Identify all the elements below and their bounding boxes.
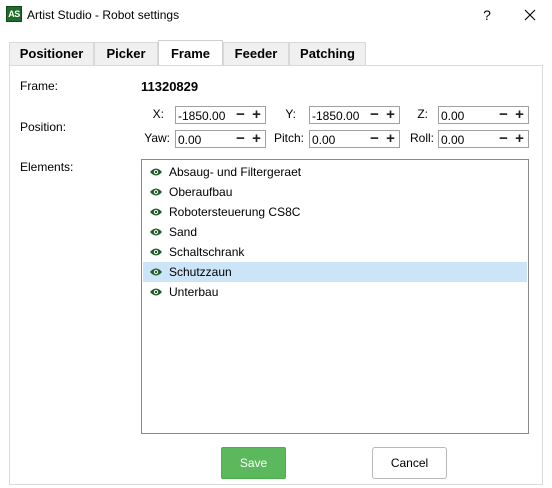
eye-icon[interactable] bbox=[149, 246, 163, 258]
cancel-button[interactable]: Cancel bbox=[372, 447, 447, 479]
roll-value: 0.00 bbox=[441, 133, 465, 147]
z-decrement-button[interactable]: − bbox=[496, 107, 511, 123]
list-item-label: Unterbau bbox=[169, 285, 219, 299]
roll-label: Roll: bbox=[409, 131, 434, 145]
elements-list[interactable]: Absaug- und Filtergeraet Oberaufbau Robo… bbox=[141, 159, 529, 434]
eye-icon[interactable] bbox=[149, 286, 163, 298]
yaw-spinbox[interactable]: 0.00 − + bbox=[175, 130, 266, 148]
tab-frame[interactable]: Frame bbox=[158, 40, 223, 65]
tab-picker[interactable]: Picker bbox=[94, 42, 158, 65]
list-item-label: Oberaufbau bbox=[169, 185, 233, 199]
tab-feeder[interactable]: Feeder bbox=[223, 42, 289, 65]
yaw-increment-button[interactable]: + bbox=[249, 131, 264, 147]
app-logo-icon: AS bbox=[6, 6, 22, 22]
tab-positioner[interactable]: Positioner bbox=[9, 42, 94, 65]
roll-spinbox[interactable]: 0.00 − + bbox=[438, 130, 529, 148]
roll-increment-button[interactable]: + bbox=[512, 131, 527, 147]
list-item-selected[interactable]: Schutzzaun bbox=[143, 262, 527, 282]
z-spinbox[interactable]: 0.00 − + bbox=[438, 106, 529, 124]
x-increment-button[interactable]: + bbox=[249, 107, 264, 123]
list-item[interactable]: Schaltschrank bbox=[143, 242, 527, 262]
help-button[interactable]: ? bbox=[476, 4, 498, 26]
elements-label: Elements: bbox=[20, 160, 74, 174]
title-bar: AS Artist Studio - Robot settings ? bbox=[0, 0, 552, 30]
list-item-label: Absaug- und Filtergeraet bbox=[169, 165, 302, 179]
position-label: Position: bbox=[20, 120, 67, 134]
frame-value: 11320829 bbox=[141, 79, 199, 94]
list-item[interactable]: Absaug- und Filtergeraet bbox=[143, 162, 527, 182]
yaw-value: 0.00 bbox=[178, 133, 202, 147]
yaw-label: Yaw: bbox=[144, 131, 170, 145]
z-increment-button[interactable]: + bbox=[512, 107, 527, 123]
frame-label: Frame: bbox=[20, 79, 59, 93]
pitch-increment-button[interactable]: + bbox=[383, 131, 398, 147]
window-title: Artist Studio - Robot settings bbox=[27, 8, 180, 22]
list-item-label: Schutzzaun bbox=[169, 265, 232, 279]
y-decrement-button[interactable]: − bbox=[367, 107, 382, 123]
eye-icon[interactable] bbox=[149, 166, 163, 178]
close-icon bbox=[524, 9, 536, 21]
y-increment-button[interactable]: + bbox=[383, 107, 398, 123]
list-item-label: Schaltschrank bbox=[169, 245, 245, 259]
x-decrement-button[interactable]: − bbox=[233, 107, 248, 123]
yaw-decrement-button[interactable]: − bbox=[233, 131, 248, 147]
y-value: -1850.00 bbox=[312, 109, 360, 123]
list-item[interactable]: Unterbau bbox=[143, 282, 527, 302]
tab-patching[interactable]: Patching bbox=[289, 42, 366, 65]
z-value: 0.00 bbox=[441, 109, 465, 123]
x-label: X: bbox=[152, 107, 164, 121]
eye-icon[interactable] bbox=[149, 266, 163, 278]
pitch-spinbox[interactable]: 0.00 − + bbox=[309, 130, 400, 148]
list-item-label: Sand bbox=[169, 225, 198, 239]
list-item[interactable]: Robotersteuerung CS8C bbox=[143, 202, 527, 222]
eye-icon[interactable] bbox=[149, 186, 163, 198]
eye-icon[interactable] bbox=[149, 206, 163, 218]
x-value: -1850.00 bbox=[178, 109, 226, 123]
pitch-label: Pitch: bbox=[273, 131, 304, 145]
y-label: Y: bbox=[285, 107, 296, 121]
x-spinbox[interactable]: -1850.00 − + bbox=[175, 106, 266, 124]
list-item[interactable]: Sand bbox=[143, 222, 527, 242]
save-button[interactable]: Save bbox=[221, 447, 286, 479]
roll-decrement-button[interactable]: − bbox=[496, 131, 511, 147]
y-spinbox[interactable]: -1850.00 − + bbox=[309, 106, 400, 124]
eye-icon[interactable] bbox=[149, 226, 163, 238]
pitch-value: 0.00 bbox=[312, 133, 336, 147]
list-item[interactable]: Oberaufbau bbox=[143, 182, 527, 202]
z-label: Z: bbox=[417, 107, 428, 121]
list-item-label: Robotersteuerung CS8C bbox=[169, 205, 301, 219]
pitch-decrement-button[interactable]: − bbox=[367, 131, 382, 147]
close-button[interactable] bbox=[519, 4, 541, 26]
